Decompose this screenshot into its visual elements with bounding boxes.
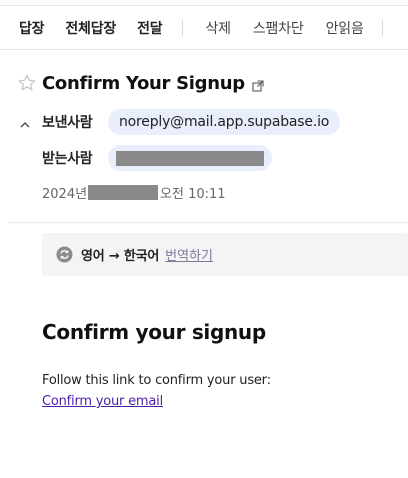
subject-row: Confirm Your Signup xyxy=(17,71,264,95)
email-subject: Confirm Your Signup xyxy=(42,72,245,94)
recipient-label: 받는사람 xyxy=(42,151,93,167)
toolbar-divider xyxy=(381,19,383,36)
mail-toolbar: 답장 전체답장 전달 삭제 스팸차단 안읽음 xyxy=(0,5,408,50)
external-link-icon[interactable] xyxy=(252,77,264,92)
sender-label: 보낸사람 xyxy=(42,115,93,131)
translate-bar: 영어 → 한국어 번역하기 xyxy=(42,233,408,276)
sender-address[interactable]: noreply@mail.app.supabase.io xyxy=(108,109,341,135)
toolbar-divider xyxy=(182,19,184,36)
recipient-row: 받는사람 xyxy=(42,145,272,171)
header-divider xyxy=(8,222,408,223)
translate-link[interactable]: 번역하기 xyxy=(165,245,213,264)
delete-button[interactable]: 삭제 xyxy=(205,18,231,38)
redaction-block xyxy=(88,184,159,200)
star-icon[interactable] xyxy=(17,73,37,93)
email-date: 2024년 오전 10:11 xyxy=(42,183,226,202)
language-pair[interactable]: 영어 → 한국어 xyxy=(81,245,159,264)
recipient-address[interactable] xyxy=(108,145,272,171)
forward-button[interactable]: 전달 xyxy=(137,18,163,38)
chevron-up-icon[interactable] xyxy=(19,116,31,128)
date-time: 오전 10:11 xyxy=(160,186,226,202)
body-heading: Confirm your signup xyxy=(42,320,266,344)
block-spam-button[interactable]: 스팸차단 xyxy=(253,18,304,38)
body-text: Follow this link to confirm your user: xyxy=(42,373,271,388)
mail-viewer: 답장 전체답장 전달 삭제 스팸차단 안읽음 Confirm Your Sign… xyxy=(0,0,408,478)
redaction-block xyxy=(116,150,264,166)
translate-icon xyxy=(56,246,73,263)
date-year: 2024년 xyxy=(42,186,88,202)
reply-all-button[interactable]: 전체답장 xyxy=(65,18,116,38)
confirm-email-link[interactable]: Confirm your email xyxy=(42,394,163,409)
sender-row: 보낸사람 noreply@mail.app.supabase.io xyxy=(19,109,341,135)
mark-unread-button[interactable]: 안읽음 xyxy=(326,18,364,38)
reply-button[interactable]: 답장 xyxy=(19,18,45,38)
